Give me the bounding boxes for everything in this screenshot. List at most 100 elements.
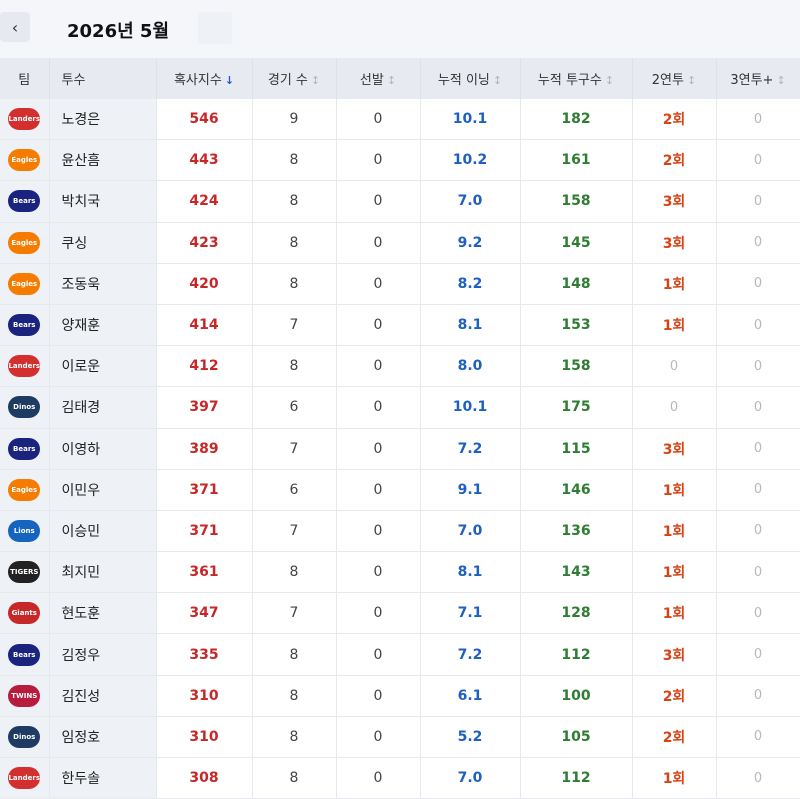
games-count: 7 [252, 592, 337, 635]
two-consec-count: 1회 [632, 304, 717, 347]
three-consec-count: 0 [716, 304, 800, 347]
team-logo-tigers: TIGERS [8, 561, 41, 584]
starts-count: 0 [336, 633, 421, 676]
two-consec-count: 0 [632, 386, 717, 429]
team-logo-cell: Eagles [0, 139, 50, 182]
team-logo-cell: TWINS [0, 675, 50, 717]
overuse-score: 424 [156, 180, 253, 223]
top-bar: ‹ 2026년 5월 [0, 0, 800, 58]
pitcher-overuse-table: 팀 투수 혹사지수 ↓ 경기 수 ↕ 선발 ↕ 누적 이닝 ↕ 누적 투구수 ↕ 2연투 ↕… [0, 58, 800, 799]
table-row[interactable]: TWINS 김진성 310 8 0 6.1 100 2회 0 [0, 675, 800, 717]
overuse-score: 397 [156, 386, 253, 429]
two-consec-count: 1회 [632, 469, 717, 511]
games-count: 7 [252, 304, 337, 347]
pitcher-name: 양재훈 [49, 304, 157, 347]
starts-count: 0 [336, 551, 421, 594]
three-consec-count: 0 [716, 757, 800, 799]
pitcher-name: 임정호 [49, 716, 157, 759]
table-row[interactable]: Eagles 쿠싱 423 8 0 9.2 145 3회 0 [0, 222, 800, 264]
three-consec-count: 0 [716, 263, 800, 305]
games-count: 8 [252, 139, 337, 182]
games-count: 8 [252, 263, 337, 305]
games-count: 8 [252, 716, 337, 759]
overuse-score: 361 [156, 551, 253, 594]
innings-total: 7.1 [420, 592, 521, 635]
pitches-total: 148 [520, 263, 633, 305]
prev-month-button[interactable]: ‹ [0, 12, 30, 42]
table-row[interactable]: Dinos 임정호 310 8 0 5.2 105 2회 0 [0, 716, 800, 759]
table-row[interactable]: TIGERS 최지민 361 8 0 8.1 143 1회 0 [0, 551, 800, 594]
three-consec-count: 0 [716, 222, 800, 264]
table-row[interactable]: Bears 이영하 389 7 0 7.2 115 3회 0 [0, 428, 800, 470]
starts-count: 0 [336, 592, 421, 635]
innings-total: 5.2 [420, 716, 521, 759]
three-consec-count: 0 [716, 139, 800, 182]
col-header-games[interactable]: 경기 수 ↕ [252, 58, 337, 99]
table-row[interactable]: Bears 양재훈 414 7 0 8.1 153 1회 0 [0, 304, 800, 347]
overuse-score: 310 [156, 675, 253, 717]
games-count: 8 [252, 551, 337, 594]
pitcher-name: 박치국 [49, 180, 157, 223]
pitches-total: 115 [520, 428, 633, 470]
three-consec-count: 0 [716, 180, 800, 223]
table-row[interactable]: Eagles 윤산흠 443 8 0 10.2 161 2회 0 [0, 139, 800, 182]
pitcher-name: 현도훈 [49, 592, 157, 635]
col-header-score[interactable]: 혹사지수 ↓ [156, 58, 253, 99]
table-row[interactable]: Landers 이로운 412 8 0 8.0 158 0 0 [0, 345, 800, 388]
team-logo-cell: Lions [0, 510, 50, 553]
col-header-starts[interactable]: 선발 ↕ [336, 58, 421, 99]
team-logo-eagles: Eagles [8, 478, 41, 501]
team-logo-bears: Bears [8, 437, 41, 460]
games-count: 8 [252, 345, 337, 388]
table-row[interactable]: Bears 김정우 335 8 0 7.2 112 3회 0 [0, 633, 800, 676]
table-row[interactable]: Landers 한두솔 308 8 0 7.0 112 1회 0 [0, 757, 800, 799]
two-consec-count: 2회 [632, 99, 717, 141]
two-consec-count: 1회 [632, 551, 717, 594]
games-count: 6 [252, 469, 337, 511]
sort-icon: ↕ [310, 74, 321, 87]
col-header-pitches[interactable]: 누적 투구수 ↕ [520, 58, 633, 99]
overuse-score: 371 [156, 469, 253, 511]
starts-count: 0 [336, 716, 421, 759]
month-title: 2026년 5월 [67, 21, 170, 42]
pitcher-name: 한두솔 [49, 757, 157, 799]
team-logo-twins: TWINS [8, 684, 41, 707]
innings-total: 8.1 [420, 304, 521, 347]
overuse-score: 371 [156, 510, 253, 553]
pitcher-name: 이영하 [49, 428, 157, 470]
next-month-button[interactable] [198, 12, 232, 44]
innings-total: 9.1 [420, 469, 521, 511]
table-row[interactable]: Eagles 이민우 371 6 0 9.1 146 1회 0 [0, 469, 800, 511]
two-consec-count: 2회 [632, 139, 717, 182]
pitcher-name: 김정우 [49, 633, 157, 676]
sort-icon: ↕ [386, 74, 397, 87]
table-row[interactable]: Eagles 조동욱 420 8 0 8.2 148 1회 0 [0, 263, 800, 305]
team-logo-eagles: Eagles [8, 149, 41, 172]
col-header-three-consec[interactable]: 3연투+ ↕ [716, 58, 800, 99]
three-consec-count: 0 [716, 510, 800, 553]
pitcher-name: 쿠싱 [49, 222, 157, 264]
team-logo-bears: Bears [8, 314, 41, 337]
table-row[interactable]: Lions 이승민 371 7 0 7.0 136 1회 0 [0, 510, 800, 553]
col-header-innings[interactable]: 누적 이닝 ↕ [420, 58, 521, 99]
games-count: 6 [252, 386, 337, 429]
two-consec-count: 3회 [632, 180, 717, 223]
col-header-two-consec[interactable]: 2연투 ↕ [632, 58, 717, 99]
team-logo-bears: Bears [8, 643, 41, 666]
table-row[interactable]: Bears 박치국 424 8 0 7.0 158 3회 0 [0, 180, 800, 223]
pitcher-name: 김태경 [49, 386, 157, 429]
pitches-total: 158 [520, 345, 633, 388]
pitcher-name: 이승민 [49, 510, 157, 553]
two-consec-count: 2회 [632, 675, 717, 717]
overuse-score: 412 [156, 345, 253, 388]
team-logo-cell: TIGERS [0, 551, 50, 594]
games-count: 7 [252, 510, 337, 553]
table-row[interactable]: Landers 노경은 546 9 0 10.1 182 2회 0 [0, 99, 800, 141]
team-logo-dinos: Dinos [8, 396, 41, 419]
team-logo-cell: Eagles [0, 263, 50, 305]
table-row[interactable]: Giants 현도훈 347 7 0 7.1 128 1회 0 [0, 592, 800, 635]
team-logo-cell: Bears [0, 304, 50, 347]
sort-icon: ↕ [492, 74, 503, 87]
table-row[interactable]: Dinos 김태경 397 6 0 10.1 175 0 0 [0, 386, 800, 429]
pitcher-name: 조동욱 [49, 263, 157, 305]
